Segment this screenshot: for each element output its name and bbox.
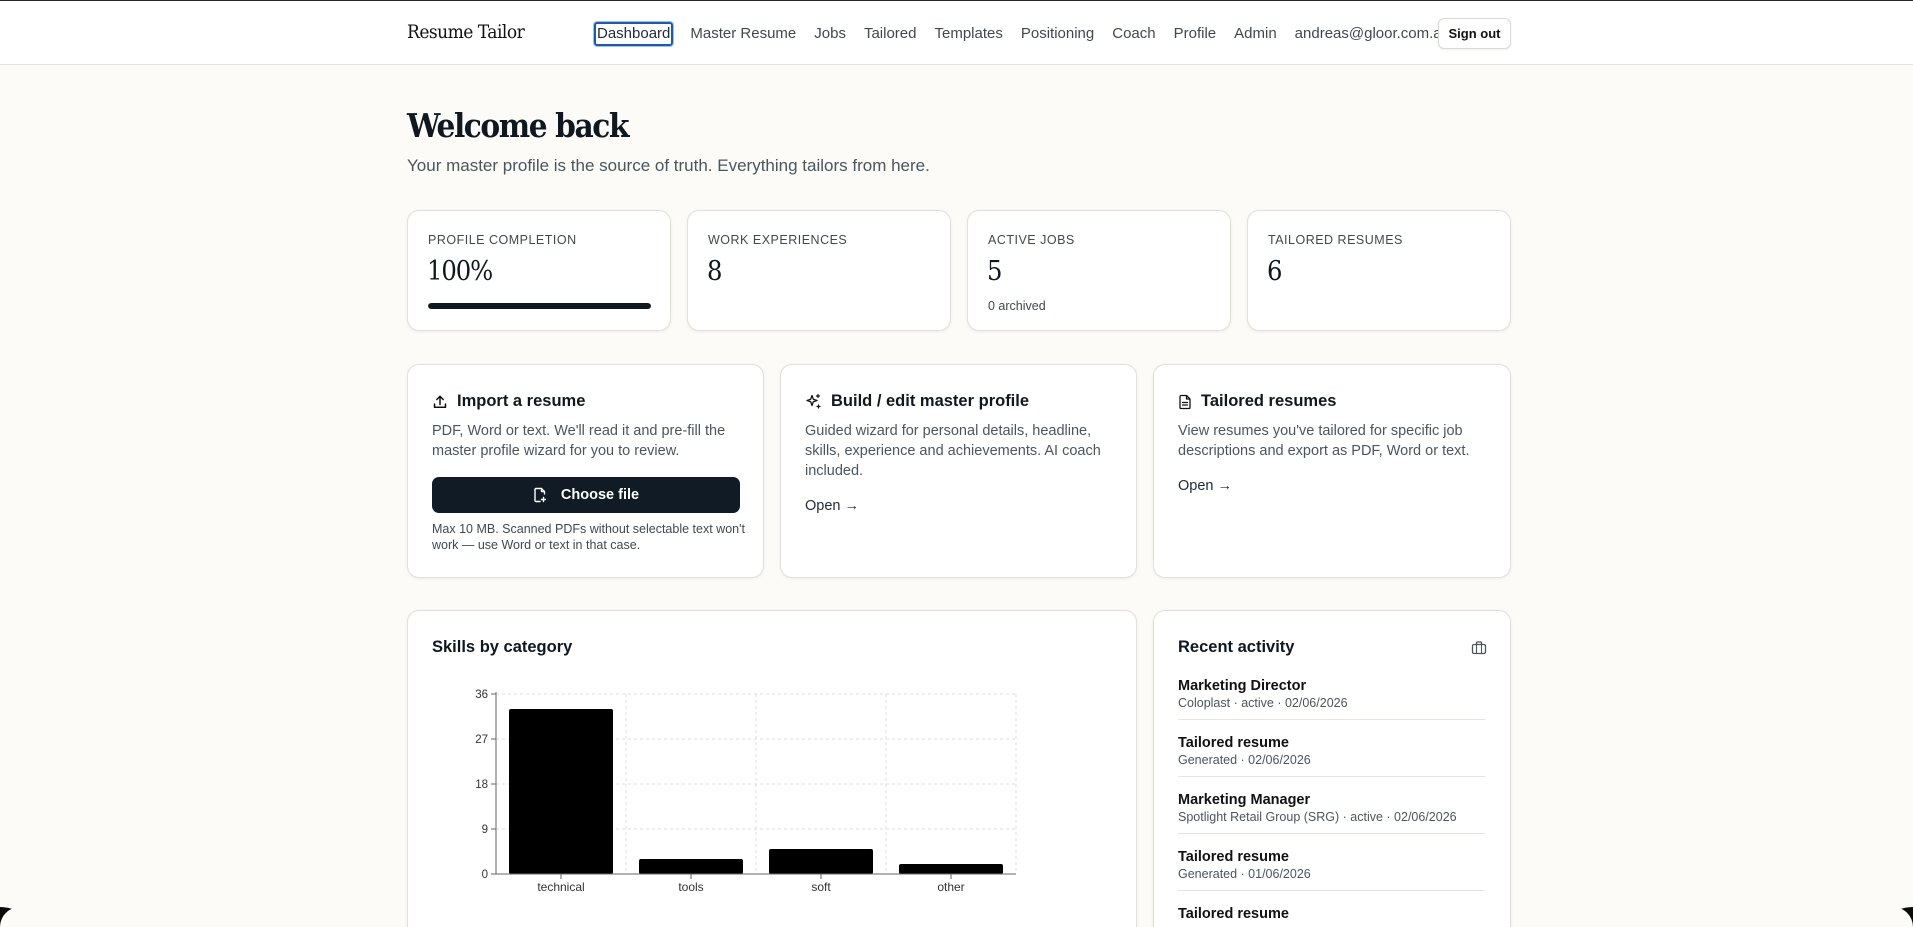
activity-title: Marketing Director	[1178, 678, 1307, 694]
tailored-resumes-card: Tailored resumes View resumes you've tai…	[1153, 364, 1511, 578]
choose-file-label: Choose file	[560, 487, 640, 503]
page-subtitle: Your master profile is the source of tru…	[407, 156, 930, 175]
stat-label: ACTIVE JOBS	[988, 233, 1075, 247]
main-nav: Dashboard Master Resume Jobs Tailored Te…	[592, 21, 1467, 47]
upload-icon	[433, 395, 447, 408]
stat-label: TAILORED RESUMES	[1268, 233, 1403, 247]
skills-chart-card: Skills by category 0 9 18 27 36 technical tool…	[407, 610, 1137, 927]
nav-tailored[interactable]: Tailored	[863, 23, 918, 45]
stat-card-active-jobs: ACTIVE JOBS 5 0 archived	[967, 210, 1231, 331]
stat-label: PROFILE COMPLETION	[428, 233, 577, 247]
nav-coach[interactable]: Coach	[1111, 23, 1156, 45]
profile-progress-bar	[428, 303, 651, 309]
nav-profile[interactable]: Profile	[1173, 23, 1218, 45]
build-profile-card: Build / edit master profile Guided wizar…	[780, 364, 1137, 578]
choose-file-button[interactable]: Choose file	[432, 477, 740, 513]
nav-positioning[interactable]: Positioning	[1020, 23, 1095, 45]
skills-bar-chart: 0 9 18 27 36 technical tools soft other	[475, 689, 1017, 894]
import-resume-card: Import a resume PDF, Word or text. We'll…	[407, 364, 764, 578]
bar-technical	[509, 709, 613, 874]
y-tick-label: 36	[475, 689, 488, 701]
activity-title: Tailored resume	[1178, 906, 1289, 922]
user-email[interactable]: andreas@gloor.com.au	[1294, 23, 1451, 45]
stat-value: 8	[707, 256, 722, 287]
recent-activity-card: Recent activity Marketing Director Colop…	[1153, 610, 1511, 927]
activity-meta: Coloplast · active · 02/06/2026	[1178, 696, 1348, 710]
bar-soft	[769, 849, 873, 874]
top-nav-bar: Resume Tailor Dashboard Master Resume Jo…	[0, 1, 1913, 65]
card-title-text: Build / edit master profile	[831, 392, 1030, 410]
activity-item[interactable]: Tailored resume	[1178, 905, 1485, 927]
activity-title: Tailored resume	[1178, 735, 1289, 751]
profile-progress-fill	[428, 303, 651, 309]
activity-title: Tailored resume	[1178, 849, 1289, 865]
activity-item[interactable]: Tailored resume Generated · 02/06/2026	[1178, 734, 1485, 777]
build-profile-description: Guided wizard for personal details, head…	[805, 423, 1101, 479]
briefcase-icon	[1471, 641, 1487, 655]
stat-value: 5	[987, 256, 1002, 287]
file-icon	[534, 487, 547, 503]
import-resume-title: Import a resume	[432, 392, 585, 411]
brand-logo[interactable]: Resume Tailor	[407, 21, 525, 43]
nav-admin[interactable]: Admin	[1233, 23, 1278, 45]
build-profile-open-link[interactable]: Open →	[805, 498, 859, 514]
tailored-resumes-open-link[interactable]: Open →	[1178, 478, 1232, 494]
stat-card-profile-completion: PROFILE COMPLETION 100%	[407, 210, 671, 331]
card-title-text: Import a resume	[457, 392, 586, 410]
y-tick-label: 18	[475, 779, 488, 791]
sparkles-icon	[806, 393, 821, 409]
x-tick-label: soft	[811, 880, 831, 894]
import-note: Max 10 MB. Scanned PDFs without selectab…	[432, 522, 745, 552]
y-tick-label: 9	[482, 824, 488, 836]
activity-title: Marketing Manager	[1178, 792, 1311, 808]
y-tick-label: 27	[475, 734, 488, 746]
bar-other	[899, 864, 1003, 874]
tailored-resumes-description: View resumes you've tailored for specifi…	[1178, 423, 1470, 459]
nav-dashboard[interactable]: Dashboard	[592, 21, 675, 47]
stat-card-tailored-resumes: TAILORED RESUMES 6	[1247, 210, 1511, 331]
build-profile-title: Build / edit master profile	[805, 392, 1029, 411]
stat-value: 100%	[427, 256, 493, 287]
tailored-resumes-title: Tailored resumes	[1178, 392, 1336, 411]
activity-item[interactable]: Marketing Manager Spotlight Retail Group…	[1178, 791, 1485, 834]
bar-tools	[639, 859, 743, 874]
activity-meta: Generated · 02/06/2026	[1178, 753, 1311, 767]
skills-chart-title: Skills by category	[432, 638, 573, 656]
activity-item[interactable]: Tailored resume Generated · 01/06/2026	[1178, 848, 1485, 891]
y-tick-label: 0	[482, 869, 488, 881]
recent-activity-title: Recent activity	[1178, 638, 1295, 656]
nav-jobs[interactable]: Jobs	[813, 23, 847, 45]
activity-item[interactable]: Marketing Director Coloplast · active · …	[1178, 677, 1485, 720]
import-resume-description: PDF, Word or text. We'll read it and pre…	[432, 423, 726, 459]
x-tick-label: other	[937, 880, 964, 894]
stat-sub: 0 archived	[988, 299, 1046, 313]
stat-value: 6	[1267, 256, 1282, 287]
window-corner	[1893, 907, 1913, 927]
stat-card-work-experiences: WORK EXPERIENCES 8	[687, 210, 951, 331]
x-tick-label: technical	[537, 880, 584, 894]
document-icon	[1179, 394, 1191, 409]
nav-templates[interactable]: Templates	[933, 23, 1003, 45]
stat-label: WORK EXPERIENCES	[708, 233, 848, 247]
x-tick-label: tools	[678, 880, 703, 894]
sign-out-button[interactable]: Sign out	[1438, 18, 1511, 49]
nav-master-resume[interactable]: Master Resume	[689, 23, 797, 45]
activity-meta: Spotlight Retail Group (SRG) · active · …	[1178, 810, 1457, 824]
activity-meta: Generated · 01/06/2026	[1178, 867, 1311, 881]
card-title-text: Tailored resumes	[1201, 392, 1337, 410]
window-corner	[0, 907, 20, 927]
page-title: Welcome back	[407, 106, 630, 145]
